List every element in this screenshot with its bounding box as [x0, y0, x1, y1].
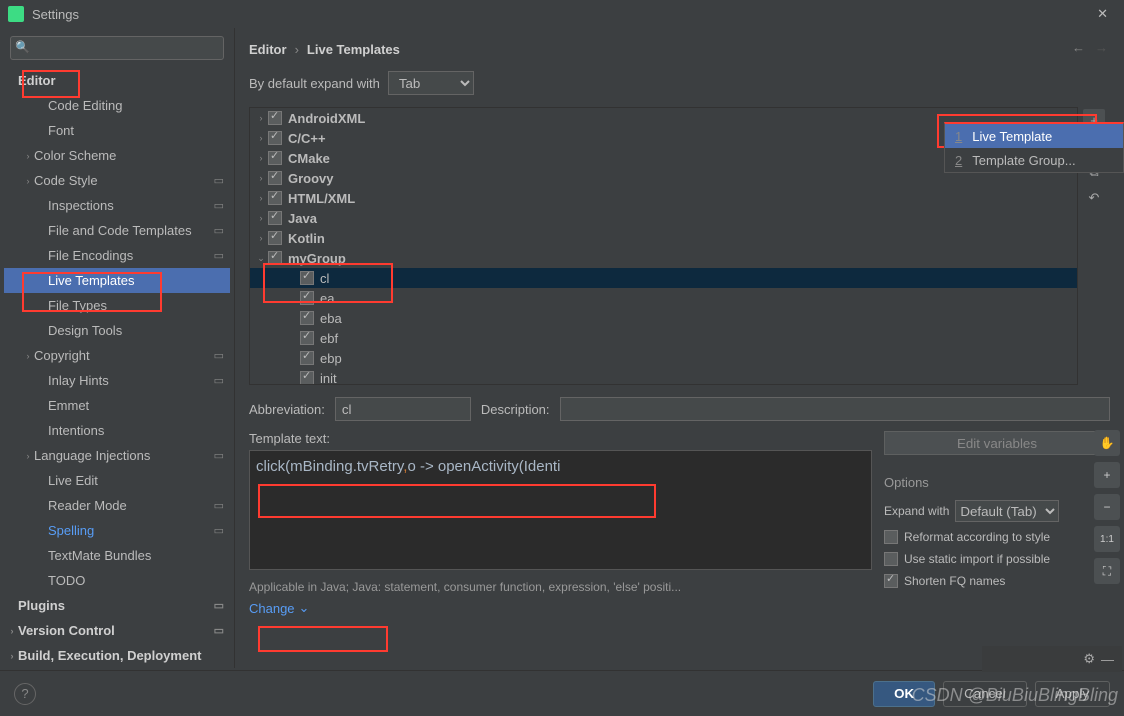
sidebar-item[interactable]: Font: [4, 118, 230, 143]
settings-sidebar: 🔍 EditorCode EditingFont›Color Scheme›Co…: [0, 28, 235, 668]
template-row[interactable]: ⌄myGroup: [250, 248, 1077, 268]
expand-label: By default expand with: [249, 76, 380, 91]
window-title: Settings: [32, 7, 1089, 22]
template-checkbox[interactable]: [268, 231, 282, 245]
template-checkbox[interactable]: [300, 351, 314, 365]
sidebar-item[interactable]: File and Code Templates▭: [4, 218, 230, 243]
search-icon: 🔍: [15, 40, 30, 54]
desc-label: Description:: [481, 402, 550, 417]
crumb-editor[interactable]: Editor: [249, 42, 287, 57]
undo-template-button[interactable]: ↶: [1083, 187, 1105, 209]
sidebar-item[interactable]: ›Code Style▭: [4, 168, 230, 193]
zoom-1to1-icon[interactable]: 1:1: [1094, 526, 1120, 552]
sidebar-item[interactable]: File Types: [4, 293, 230, 318]
titlebar: Settings ✕: [0, 0, 1124, 28]
template-checkbox[interactable]: [300, 371, 314, 385]
expand-with-label: Expand with: [884, 504, 949, 518]
expand-with-select[interactable]: Default (Tab): [955, 500, 1059, 522]
sidebar-item[interactable]: Editor: [4, 68, 230, 93]
template-row[interactable]: ebp: [250, 348, 1077, 368]
sidebar-item[interactable]: Live Edit: [4, 468, 230, 493]
template-checkbox[interactable]: [268, 211, 282, 225]
settings-tree[interactable]: EditorCode EditingFont›Color Scheme›Code…: [4, 68, 230, 668]
zoom-in-icon[interactable]: +: [1094, 462, 1120, 488]
template-row[interactable]: ›HTML/XML: [250, 188, 1077, 208]
options-title: Options: [884, 475, 1110, 490]
description-input[interactable]: [560, 397, 1110, 421]
static-import-checkbox[interactable]: [884, 552, 898, 566]
sidebar-item[interactable]: Plugins▭: [4, 593, 230, 618]
template-row[interactable]: ›Java: [250, 208, 1077, 228]
search-input[interactable]: [10, 36, 224, 60]
sidebar-item[interactable]: ›Language Injections▭: [4, 443, 230, 468]
add-popup: 1Live Template 2Template Group...: [944, 122, 1124, 173]
reformat-checkbox[interactable]: [884, 530, 898, 544]
popup-template-group[interactable]: 2Template Group...: [945, 148, 1123, 172]
crumb-live-templates: Live Templates: [307, 42, 400, 57]
template-checkbox[interactable]: [300, 271, 314, 285]
chevron-right-icon: ›: [295, 42, 299, 57]
template-row[interactable]: ›Kotlin: [250, 228, 1077, 248]
cancel-button[interactable]: Cancel: [943, 681, 1027, 707]
chevron-down-icon: ⌄: [299, 600, 310, 616]
template-row[interactable]: ebf: [250, 328, 1077, 348]
template-checkbox[interactable]: [300, 311, 314, 325]
footer: ? OK Cancel Apply: [0, 670, 1124, 716]
edit-variables-button[interactable]: Edit variables: [884, 431, 1110, 455]
template-row[interactable]: ea: [250, 288, 1077, 308]
close-icon[interactable]: ✕: [1089, 6, 1116, 22]
popup-live-template[interactable]: 1Live Template: [945, 124, 1123, 148]
sidebar-item[interactable]: Code Editing: [4, 93, 230, 118]
sidebar-item[interactable]: Spelling▭: [4, 518, 230, 543]
change-link[interactable]: Change⌄: [249, 600, 309, 616]
sidebar-item[interactable]: ›Build, Execution, Deployment: [4, 643, 230, 668]
help-button[interactable]: ?: [14, 683, 36, 705]
template-row[interactable]: cl: [250, 268, 1077, 288]
sidebar-item[interactable]: Design Tools: [4, 318, 230, 343]
template-checkbox[interactable]: [300, 291, 314, 305]
nav-back-icon[interactable]: ←: [1072, 40, 1085, 55]
minimize-icon[interactable]: —: [1101, 652, 1114, 667]
sidebar-item[interactable]: Intentions: [4, 418, 230, 443]
sidebar-item[interactable]: ›Version Control▭: [4, 618, 230, 643]
android-logo-icon: [8, 6, 24, 22]
nav-forward-icon: →: [1095, 40, 1108, 55]
template-text-label: Template text:: [249, 431, 872, 446]
breadcrumb: Editor › Live Templates: [249, 42, 1110, 57]
sidebar-item[interactable]: Inspections▭: [4, 193, 230, 218]
sidebar-item[interactable]: Inlay Hints▭: [4, 368, 230, 393]
apply-button[interactable]: Apply: [1035, 681, 1110, 707]
template-checkbox[interactable]: [268, 131, 282, 145]
sidebar-item[interactable]: File Encodings▭: [4, 243, 230, 268]
expand-select[interactable]: Tab: [388, 71, 474, 95]
template-checkbox[interactable]: [268, 191, 282, 205]
abbr-label: Abbreviation:: [249, 402, 325, 417]
template-text-input[interactable]: click(mBinding.tvRetry,o -> openActivity…: [249, 450, 872, 570]
template-checkbox[interactable]: [300, 331, 314, 345]
template-checkbox[interactable]: [268, 171, 282, 185]
right-toolbar: ✋ + − 1:1 ⛶: [1094, 430, 1120, 584]
abbreviation-input[interactable]: [335, 397, 471, 421]
template-checkbox[interactable]: [268, 111, 282, 125]
shorten-fq-checkbox[interactable]: [884, 574, 898, 588]
template-checkbox[interactable]: [268, 251, 282, 265]
template-row[interactable]: eba: [250, 308, 1077, 328]
sidebar-item[interactable]: TextMate Bundles: [4, 543, 230, 568]
ok-button[interactable]: OK: [873, 681, 935, 707]
gear-icon[interactable]: ⚙: [1083, 651, 1095, 667]
sidebar-item[interactable]: TODO: [4, 568, 230, 593]
zoom-fit-icon[interactable]: ⛶: [1094, 558, 1120, 584]
pan-icon[interactable]: ✋: [1094, 430, 1120, 456]
sidebar-item[interactable]: Live Templates: [4, 268, 230, 293]
sidebar-item[interactable]: Emmet: [4, 393, 230, 418]
sidebar-item[interactable]: ›Copyright▭: [4, 343, 230, 368]
status-corner: ⚙ —: [982, 646, 1122, 672]
template-row[interactable]: init: [250, 368, 1077, 385]
zoom-out-icon[interactable]: −: [1094, 494, 1120, 520]
sidebar-item[interactable]: Reader Mode▭: [4, 493, 230, 518]
template-checkbox[interactable]: [268, 151, 282, 165]
sidebar-item[interactable]: ›Color Scheme: [4, 143, 230, 168]
applicable-text: Applicable in Java; Java: statement, con…: [249, 580, 872, 594]
